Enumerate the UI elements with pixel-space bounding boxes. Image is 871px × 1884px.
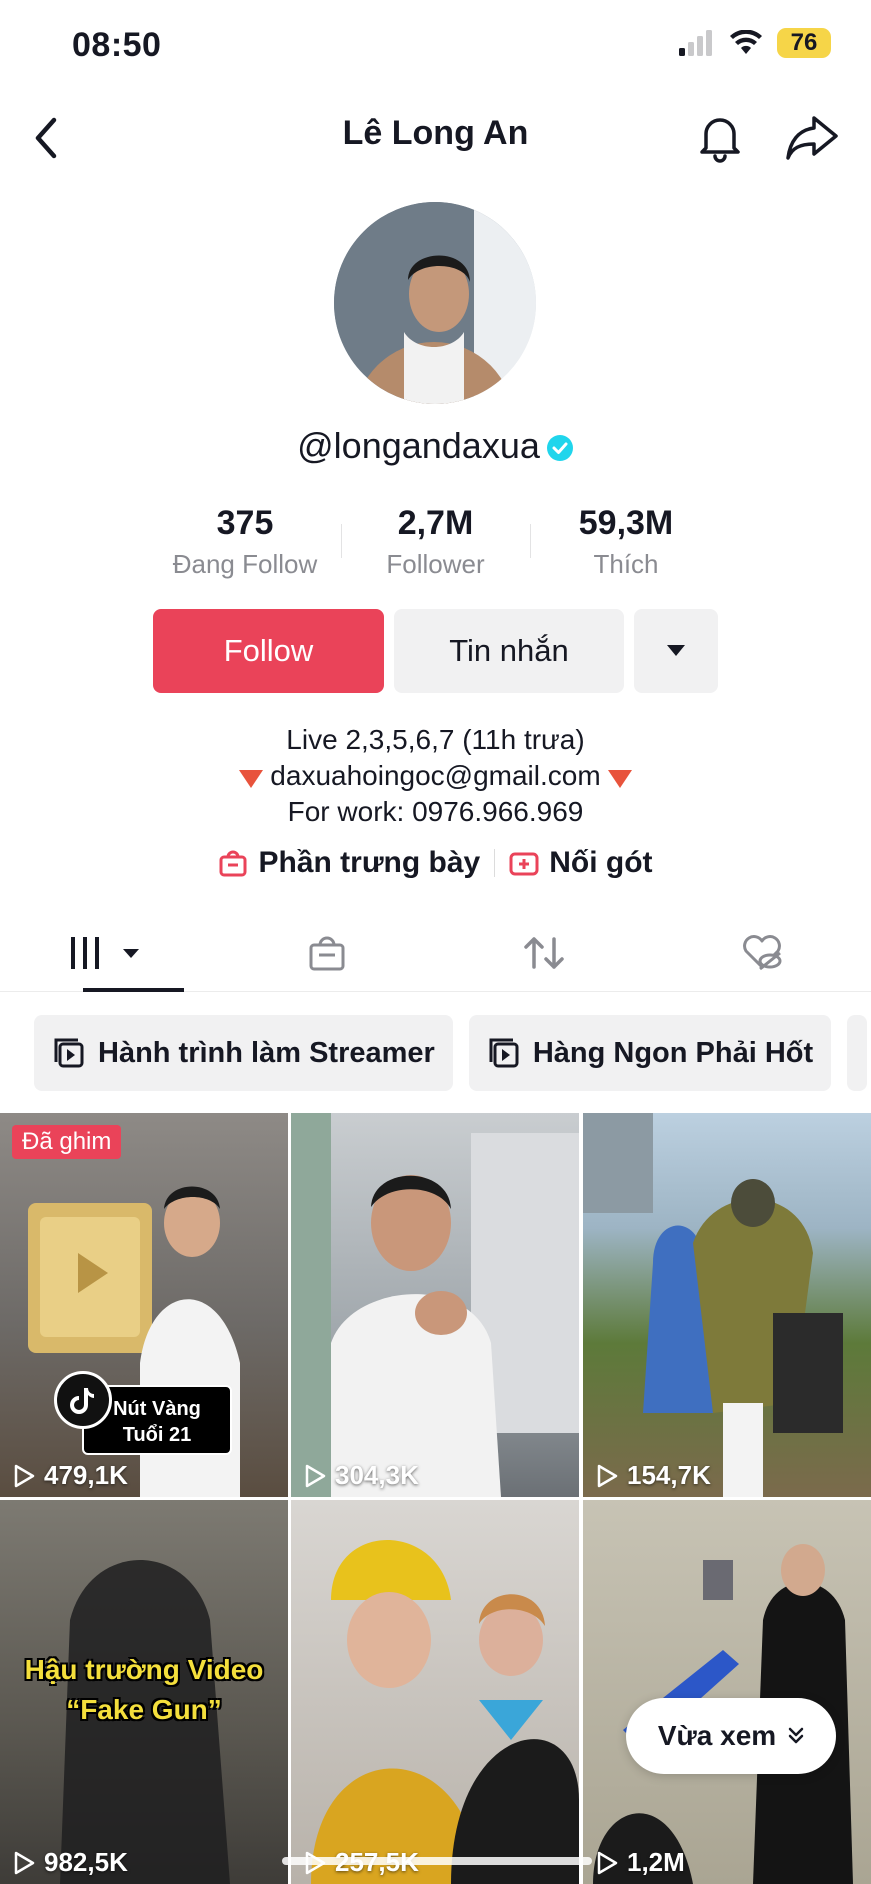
view-count-text: 1,2M — [627, 1847, 685, 1877]
stat-label: Follower — [386, 549, 485, 579]
stat-label: Thích — [593, 549, 659, 579]
liked-hidden-icon — [743, 935, 782, 971]
stat-value: 2,7M — [397, 504, 474, 542]
video-thumbnail[interactable]: Hậu trường Video “Fake Gun” 982,5K — [0, 1500, 288, 1884]
profile-links: Phần trưng bày Nối gót — [0, 846, 871, 880]
play-icon — [305, 1464, 326, 1487]
video-thumbnail[interactable]: 304,3K — [291, 1113, 579, 1497]
wifi-icon — [730, 30, 762, 54]
view-count-text: 304,3K — [335, 1460, 419, 1490]
view-count: 154,7K — [595, 1460, 711, 1491]
playlist-icon — [54, 1038, 84, 1068]
bio-line: Live 2,3,5,6,7 (11h trưa) — [286, 724, 585, 755]
view-count: 982,5K — [12, 1847, 128, 1878]
tab-reposts[interactable] — [436, 915, 654, 991]
bio-email-line: daxuahoingoc@gmail.com — [0, 758, 871, 794]
bell-icon[interactable] — [694, 112, 746, 164]
suggested-accounts-button[interactable] — [634, 609, 718, 693]
tab-liked[interactable] — [653, 915, 871, 991]
red-triangle-icon — [238, 769, 263, 788]
stat-followers[interactable]: 2,7M Follower — [340, 504, 531, 580]
follow-button[interactable]: Follow — [153, 609, 384, 693]
signal-icon — [679, 30, 712, 56]
verified-badge-icon — [546, 435, 573, 462]
avatar[interactable] — [334, 202, 536, 404]
add-yours-label: Nối gót — [549, 846, 653, 879]
add-yours-link[interactable]: Nối gót — [509, 846, 653, 880]
action-buttons: Follow Tin nhắn — [153, 609, 718, 693]
overlay-line: “Fake Gun” — [66, 1694, 222, 1725]
stat-value: 59,3M — [578, 504, 674, 542]
shop-bag-icon — [309, 936, 345, 971]
active-tab-indicator — [83, 988, 184, 992]
battery-indicator: 76 — [777, 28, 831, 58]
links-divider — [494, 849, 496, 877]
username-text: @longandaxua — [297, 425, 540, 466]
recently-watched-button[interactable]: Vừa xem — [626, 1698, 836, 1774]
video-thumbnail[interactable]: 257,5K — [291, 1500, 579, 1884]
status-time: 08:50 — [72, 26, 162, 64]
recently-watched-label: Vừa xem — [657, 1720, 777, 1751]
playlist-label: Hàng Ngon Phải Hốt — [532, 1036, 814, 1069]
playlist-chip[interactable]: Hàng Ngon Phải Hốt — [468, 1015, 832, 1091]
red-triangle-icon — [608, 769, 633, 788]
shopping-bag-icon — [219, 850, 247, 877]
view-count: 1,2M — [595, 1847, 685, 1878]
profile-stats: 375 Đang Follow 2,7M Follower 59,3M Thíc… — [150, 504, 721, 580]
stat-value: 375 — [216, 504, 274, 542]
bio: Live 2,3,5,6,7 (11h trưa) daxuahoingoc@g… — [0, 722, 871, 830]
view-count: 479,1K — [12, 1460, 128, 1491]
tab-videos[interactable] — [0, 915, 218, 992]
view-count-text: 982,5K — [44, 1847, 128, 1877]
playlist-chip[interactable]: Hành trình làm Streamer — [34, 1015, 453, 1091]
grid-icon — [70, 937, 139, 969]
playlist-label: Hành trình làm Streamer — [98, 1036, 435, 1069]
video-thumbnail[interactable]: 1,2M — [583, 1500, 871, 1884]
home-indicator — [282, 1857, 592, 1865]
tab-shop[interactable] — [218, 915, 436, 991]
bio-email[interactable]: daxuahoingoc@gmail.com — [270, 760, 600, 791]
playlist-chip-partial[interactable] — [847, 1015, 868, 1091]
double-chevron-down-icon — [788, 1727, 804, 1744]
video-thumbnail[interactable]: Đã ghim Nút Vàng Tuổi 21 479,1K — [0, 1113, 288, 1497]
video-overlay-text: Hậu trường Video “Fake Gun” — [0, 1650, 288, 1730]
badge-line: Tuổi 21 — [122, 1424, 192, 1446]
playlist-icon — [489, 1038, 519, 1068]
tiktok-logo-icon — [54, 1371, 112, 1429]
repost-icon — [524, 937, 565, 969]
stat-label: Đang Follow — [172, 549, 318, 579]
status-icons: 76 — [679, 28, 831, 58]
overlay-line: Hậu trường Video — [24, 1654, 264, 1685]
stat-divider — [340, 524, 342, 558]
share-icon[interactable] — [784, 112, 840, 164]
play-icon — [597, 1851, 618, 1874]
username: @longandaxua — [0, 425, 871, 467]
stat-likes: 59,3M Thích — [531, 504, 721, 580]
caret-down-icon — [667, 645, 685, 656]
add-yours-icon — [509, 852, 539, 876]
stat-following[interactable]: 375 Đang Follow — [150, 504, 340, 580]
view-count: 304,3K — [303, 1460, 419, 1491]
view-count-text: 154,7K — [627, 1460, 711, 1490]
playlists-row: Hành trình làm Streamer Hàng Ngon Phải H… — [34, 1015, 868, 1091]
video-thumbnail[interactable]: 154,7K — [583, 1113, 871, 1497]
message-button[interactable]: Tin nhắn — [394, 609, 624, 693]
play-icon — [14, 1851, 35, 1874]
content-tabs — [0, 915, 871, 992]
play-icon — [14, 1464, 35, 1487]
pinned-badge: Đã ghim — [12, 1125, 122, 1159]
view-count-text: 479,1K — [44, 1460, 128, 1490]
bio-line: For work: 0976.966.969 — [287, 796, 584, 827]
play-icon — [597, 1464, 618, 1487]
showcase-label: Phần trưng bày — [258, 846, 481, 879]
showcase-link[interactable]: Phần trưng bày — [218, 846, 480, 880]
